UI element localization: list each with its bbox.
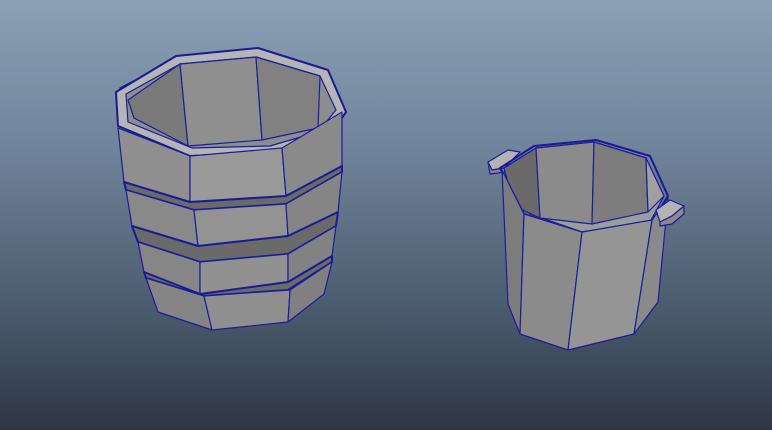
pot-body-front <box>567 219 653 351</box>
banded-bucket[interactable] <box>115 47 347 331</box>
3d-viewport[interactable] <box>0 0 772 430</box>
viewport-canvas[interactable] <box>0 0 772 430</box>
bucket-bottom-front <box>203 289 291 331</box>
bucket-interior-back <box>179 56 263 147</box>
bucket-band-1-front <box>189 147 287 203</box>
pot-interior-right <box>591 141 649 225</box>
handled-pot[interactable] <box>487 139 685 351</box>
pot-interior-back <box>535 141 595 225</box>
